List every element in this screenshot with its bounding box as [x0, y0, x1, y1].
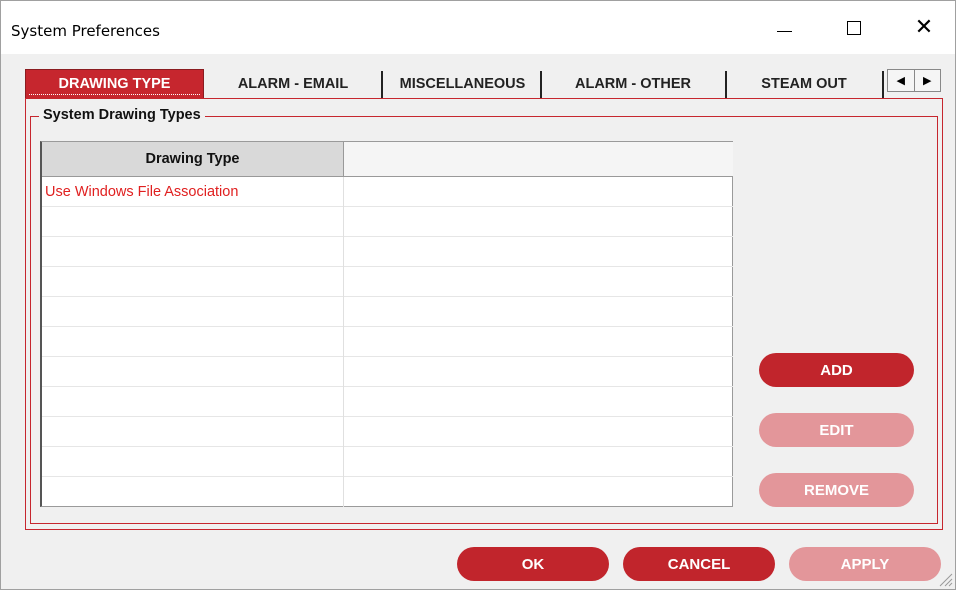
table-cell	[344, 237, 733, 267]
close-button[interactable]: ✕	[901, 1, 947, 54]
table-row[interactable]	[42, 357, 733, 387]
tab-steam-out[interactable]: STEAM OUT	[728, 69, 880, 99]
tab-scroller: ◀ ▶	[887, 69, 941, 92]
table-row[interactable]	[42, 237, 733, 267]
maximize-icon	[847, 20, 861, 35]
add-button[interactable]: ADD	[759, 353, 914, 387]
table-cell	[344, 357, 733, 387]
tab-miscellaneous[interactable]: MISCELLANEOUS	[385, 69, 540, 99]
apply-button[interactable]: APPLY	[789, 547, 941, 581]
table-cell	[42, 297, 344, 327]
table-cell	[344, 447, 733, 477]
table-cell	[344, 207, 733, 237]
tab-drawing-type[interactable]: DRAWING TYPE	[25, 69, 204, 99]
tab-divider	[381, 71, 383, 98]
table-row[interactable]: Use Windows File Association	[42, 177, 733, 207]
table-row[interactable]	[42, 447, 733, 477]
window-title: System Preferences	[11, 22, 160, 40]
group-title: System Drawing Types	[39, 107, 205, 123]
tab-alarm-other[interactable]: ALARM - OTHER	[543, 69, 723, 99]
close-icon: ✕	[914, 14, 934, 40]
table-cell	[42, 237, 344, 267]
table-row[interactable]	[42, 417, 733, 447]
table-cell	[42, 417, 344, 447]
cancel-button[interactable]: CANCEL	[623, 547, 775, 581]
table-cell	[42, 327, 344, 357]
grid-body: Use Windows File Association	[42, 177, 733, 507]
scroll-left-icon[interactable]: ◀	[888, 70, 915, 91]
tab-divider	[540, 71, 542, 98]
scroll-right-icon[interactable]: ▶	[915, 70, 941, 91]
grid-header: Drawing Type	[42, 142, 733, 177]
table-row[interactable]	[42, 207, 733, 237]
table-row[interactable]	[42, 387, 733, 417]
table-cell	[344, 387, 733, 417]
table-cell	[344, 267, 733, 297]
table-cell	[344, 417, 733, 447]
tab-alarm-email[interactable]: ALARM - EMAIL	[205, 69, 381, 99]
maximize-button[interactable]	[831, 1, 877, 54]
system-preferences-window: System Preferences ✕ DRAWING TYPE ALARM …	[0, 0, 956, 590]
table-cell	[42, 477, 344, 507]
tab-divider	[882, 71, 884, 98]
minimize-icon	[776, 31, 792, 32]
remove-button[interactable]: REMOVE	[759, 473, 914, 507]
table-cell	[42, 207, 344, 237]
title-bar[interactable]: System Preferences ✕	[1, 1, 955, 54]
column-header-blank[interactable]	[344, 142, 733, 177]
table-cell	[42, 267, 344, 297]
tab-divider	[725, 71, 727, 98]
minimize-button[interactable]	[761, 1, 807, 54]
table-cell	[42, 387, 344, 417]
table-cell	[344, 327, 733, 357]
resize-grip-icon[interactable]	[937, 571, 953, 587]
table-cell	[344, 297, 733, 327]
drawing-type-grid[interactable]: Drawing Type Use Windows File Associatio…	[40, 141, 733, 507]
table-row[interactable]	[42, 327, 733, 357]
ok-button[interactable]: OK	[457, 547, 609, 581]
table-row[interactable]	[42, 477, 733, 507]
column-header-drawing-type[interactable]: Drawing Type	[42, 142, 344, 177]
table-cell	[344, 477, 733, 507]
table-cell	[344, 177, 733, 207]
table-row[interactable]	[42, 297, 733, 327]
table-cell	[42, 357, 344, 387]
table-cell	[42, 447, 344, 477]
edit-button[interactable]: EDIT	[759, 413, 914, 447]
table-cell: Use Windows File Association	[42, 177, 344, 207]
table-row[interactable]	[42, 267, 733, 297]
